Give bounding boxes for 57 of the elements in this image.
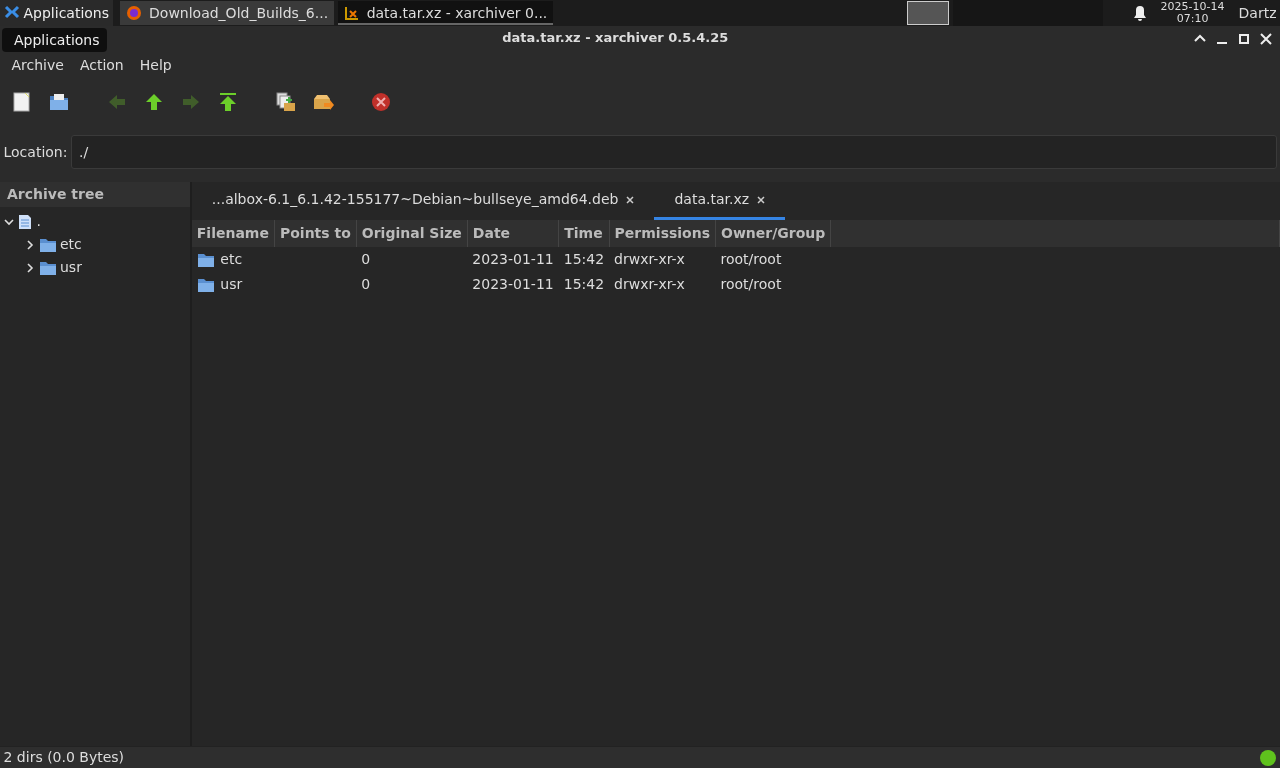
tree-item[interactable]: . [36,211,41,232]
table-cell: 0 [361,276,371,292]
taskbar-button[interactable]: Download_Old_Builds_6... [120,1,335,25]
folder-icon [38,259,57,276]
folder-icon [38,236,57,253]
menu-item[interactable]: Action [71,53,132,78]
table-cell: drwxr-xr-x [614,251,685,267]
tree-item[interactable]: usr [60,257,82,278]
workspace-button[interactable] [906,1,949,25]
table-cell: 2023-01-11 [472,251,554,267]
expander-closed-icon[interactable] [25,239,35,250]
close-icon[interactable] [626,196,635,204]
new-document-icon[interactable] [11,91,33,113]
clock-time: 07:10 [1175,13,1210,25]
folder-icon[interactable] [48,91,70,113]
user-name[interactable]: Dartz [1238,2,1277,24]
applications-button[interactable]: Applications [0,0,114,26]
tooltip: Applications [2,28,107,52]
table-cell: 15:42 [563,251,605,267]
files-icon[interactable] [275,91,297,113]
sidebar-header: Archive tree [0,182,190,207]
status-text: 2 dirs (0.0 Bytes) [3,748,125,767]
column-header[interactable]: Owner/Group [715,220,831,247]
stop-icon[interactable] [370,91,392,113]
table-cell: 2023-01-11 [472,276,554,292]
column-header[interactable]: Points to [274,220,357,247]
window-title: data.tar.xz - xarchiver 0.5.4.25 [502,29,729,48]
archive-tab[interactable]: ...albox-6.1_6.1.42-155177~Debian~bullseye_amd64.deb [191,182,655,220]
clock-date: 2025-10-14 [1160,1,1225,13]
table-cell: 15:42 [563,276,605,292]
menu-icon [4,5,20,21]
tree-item[interactable]: etc [60,234,82,255]
menu-item[interactable]: Archive [3,53,72,78]
globe-icon [126,5,143,21]
column-header[interactable]: Time [558,220,610,247]
table-cell: root/root [720,276,782,292]
close-icon[interactable] [757,196,766,204]
expander-open-icon[interactable] [3,216,14,227]
location-label: Location: [3,142,68,162]
column-header[interactable]: Original Size [356,220,468,247]
taskbar-button[interactable]: data.tar.xz - xarchiver 0... [337,1,554,25]
expander-closed-icon[interactable] [25,262,35,273]
table-cell: 0 [361,251,371,267]
table-cell: drwxr-xr-x [614,276,685,292]
bell-icon [1132,5,1147,21]
table-cell-text: etc [220,250,243,269]
table-cell-text: usr [220,275,243,294]
table-cell: root/root [720,251,782,267]
column-header[interactable]: Permissions [609,220,716,247]
menu-item[interactable]: Help [131,53,180,78]
column-header[interactable]: Date [467,220,559,247]
maximize-icon[interactable] [1236,31,1251,46]
top-arrow-icon[interactable] [217,91,239,113]
document-icon [17,213,33,230]
status-led-icon [1258,748,1277,767]
location-field[interactable]: ./ [70,135,1277,169]
column-header[interactable]: Filename [191,220,275,247]
